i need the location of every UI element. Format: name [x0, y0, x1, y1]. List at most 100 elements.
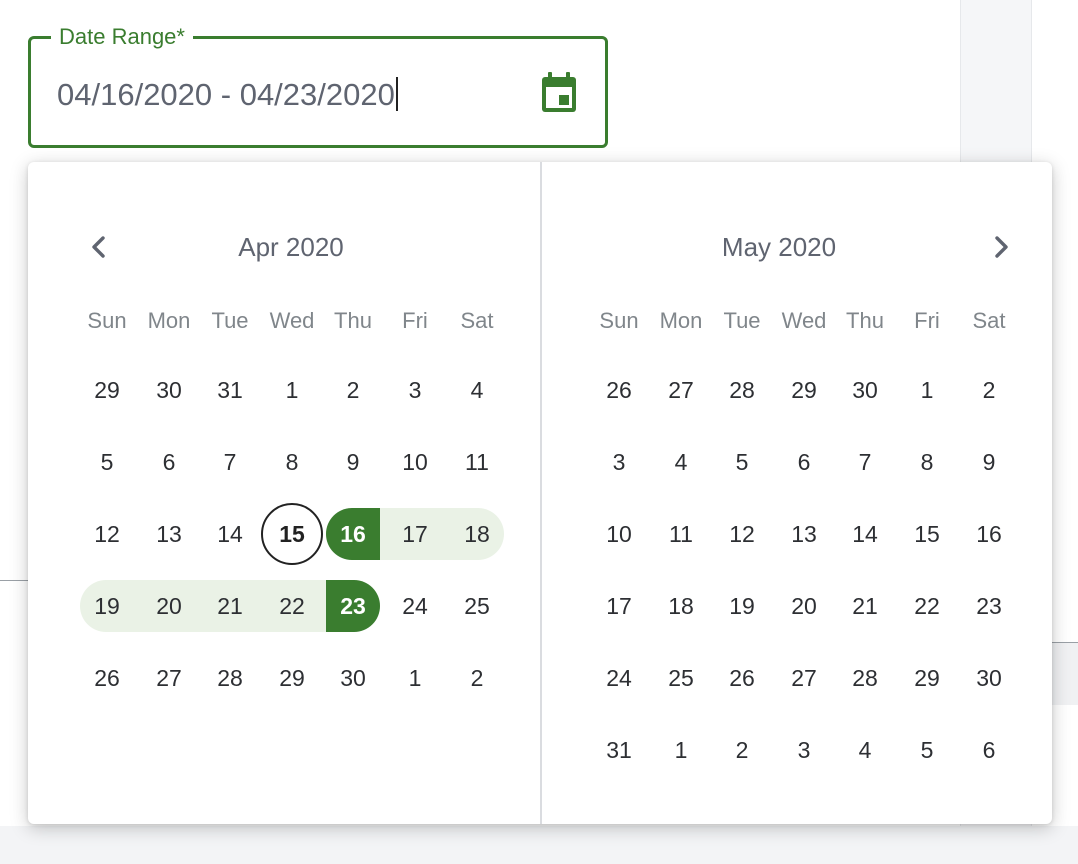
month-panel-april: Apr 2020 Sun Mon Tue Wed Thu Fri Sat 29 30 31 1 2 3 4…	[28, 162, 540, 824]
calendar-icon[interactable]	[539, 71, 579, 115]
calendar-day[interactable]: 16	[322, 508, 384, 560]
calendar-day[interactable]: 2	[711, 724, 773, 776]
calendar-day[interactable]: 13	[138, 508, 200, 560]
calendar-day[interactable]: 20	[773, 580, 835, 632]
date-range-field[interactable]: Date Range* 04/16/2020 - 04/23/2020	[28, 23, 608, 148]
calendar-day[interactable]: 14	[834, 508, 896, 560]
calendar-day[interactable]: 3	[384, 364, 446, 416]
calendar-day[interactable]: 1	[896, 364, 958, 416]
calendar-day[interactable]: 1	[650, 724, 712, 776]
calendar-day[interactable]: 2	[446, 652, 508, 704]
weekday-header: Sun	[87, 308, 127, 333]
calendar-day[interactable]: 19	[711, 580, 773, 632]
calendar-day[interactable]: 21	[834, 580, 896, 632]
calendar-day[interactable]: 10	[588, 508, 650, 560]
calendar-day[interactable]: 17	[384, 508, 446, 560]
calendar-day[interactable]: 29	[261, 652, 323, 704]
calendar-day[interactable]: 29	[896, 652, 958, 704]
calendar-day[interactable]: 30	[834, 364, 896, 416]
calendar-day[interactable]: 4	[650, 436, 712, 488]
calendar-day[interactable]: 23	[322, 580, 384, 632]
weekday-header: Tue	[211, 308, 249, 333]
calendar-day[interactable]: 31	[199, 364, 261, 416]
calendar-day[interactable]: 12	[711, 508, 773, 560]
calendar-day[interactable]: 25	[446, 580, 508, 632]
calendar-day[interactable]: 2	[958, 364, 1020, 416]
calendar-day[interactable]: 6	[958, 724, 1020, 776]
weekday-header: Mon	[659, 308, 703, 333]
calendar-day[interactable]: 8	[261, 436, 323, 488]
calendar-day[interactable]: 29	[773, 364, 835, 416]
weekday-header: Sat	[972, 308, 1006, 333]
calendar-day[interactable]: 22	[261, 580, 323, 632]
weekday-header: Sat	[460, 308, 494, 333]
calendar-day[interactable]: 3	[773, 724, 835, 776]
calendar-day[interactable]: 31	[588, 724, 650, 776]
calendar-day[interactable]: 16	[958, 508, 1020, 560]
calendar-day[interactable]: 28	[834, 652, 896, 704]
calendar-day[interactable]: 20	[138, 580, 200, 632]
calendar-day[interactable]: 1	[384, 652, 446, 704]
calendar-day[interactable]: 27	[138, 652, 200, 704]
calendar-day[interactable]: 9	[958, 436, 1020, 488]
calendar-day[interactable]: 27	[650, 364, 712, 416]
calendar-day[interactable]: 23	[958, 580, 1020, 632]
calendar-day[interactable]: 27	[773, 652, 835, 704]
background-divider	[0, 580, 30, 581]
calendar-day[interactable]: 26	[711, 652, 773, 704]
calendar-day[interactable]: 22	[896, 580, 958, 632]
calendar-day[interactable]: 25	[650, 652, 712, 704]
calendar-day[interactable]: 19	[76, 580, 138, 632]
weekday-header: Sun	[599, 308, 639, 333]
calendar-day[interactable]: 29	[76, 364, 138, 416]
calendar-grid: Sun Mon Tue Wed Thu Fri Sat 26 27 28 29 30 1 2 3 4 5 6 7 8 9…	[542, 162, 1054, 824]
calendar-day[interactable]: 15	[896, 508, 958, 560]
calendar-day[interactable]: 14	[199, 508, 261, 560]
calendar-day[interactable]: 17	[588, 580, 650, 632]
weekday-header: Thu	[846, 308, 884, 333]
calendar-day[interactable]: 30	[322, 652, 384, 704]
calendar-day[interactable]: 5	[896, 724, 958, 776]
calendar-day[interactable]: 5	[711, 436, 773, 488]
weekday-header: Fri	[914, 308, 940, 333]
date-range-input[interactable]: 04/16/2020 - 04/23/2020	[57, 75, 398, 115]
text-caret	[395, 77, 398, 111]
calendar-day[interactable]: 18	[446, 508, 508, 560]
calendar-day[interactable]: 21	[199, 580, 261, 632]
calendar-day[interactable]: 4	[446, 364, 508, 416]
weekday-header: Wed	[781, 308, 827, 333]
calendar-day[interactable]: 5	[76, 436, 138, 488]
calendar-day[interactable]: 26	[76, 652, 138, 704]
calendar-day[interactable]: 6	[138, 436, 200, 488]
calendar-day[interactable]: 3	[588, 436, 650, 488]
calendar-day[interactable]: 10	[384, 436, 446, 488]
calendar-day[interactable]: 28	[711, 364, 773, 416]
calendar-day[interactable]: 26	[588, 364, 650, 416]
calendar-day[interactable]: 12	[76, 508, 138, 560]
calendar-day[interactable]: 8	[896, 436, 958, 488]
calendar-day[interactable]: 28	[199, 652, 261, 704]
calendar-day[interactable]: 6	[773, 436, 835, 488]
background-panel	[0, 826, 1078, 864]
calendar-day[interactable]: 13	[773, 508, 835, 560]
calendar-day[interactable]: 11	[650, 508, 712, 560]
calendar-day[interactable]: 11	[446, 436, 508, 488]
calendar-grid: Sun Mon Tue Wed Thu Fri Sat 29 30 31 1 2 3 4 5 6 7 8 9 10 11…	[28, 162, 540, 824]
calendar-day[interactable]: 15	[261, 508, 323, 560]
calendar-day[interactable]: 2	[322, 364, 384, 416]
weekday-header: Mon	[147, 308, 191, 333]
weekday-header: Tue	[723, 308, 761, 333]
calendar-day[interactable]: 1	[261, 364, 323, 416]
date-range-value: 04/16/2020 - 04/23/2020	[57, 77, 395, 112]
calendar-day[interactable]: 9	[322, 436, 384, 488]
calendar-day[interactable]: 7	[834, 436, 896, 488]
calendar-day[interactable]: 30	[958, 652, 1020, 704]
calendar-day[interactable]: 18	[650, 580, 712, 632]
calendar-day[interactable]: 7	[199, 436, 261, 488]
background-panel	[1052, 643, 1078, 705]
calendar-day[interactable]: 24	[384, 580, 446, 632]
calendar-day[interactable]: 4	[834, 724, 896, 776]
date-range-picker: Apr 2020 Sun Mon Tue Wed Thu Fri Sat 29 30 31 1 2 3 4…	[28, 162, 1052, 824]
calendar-day[interactable]: 24	[588, 652, 650, 704]
calendar-day[interactable]: 30	[138, 364, 200, 416]
